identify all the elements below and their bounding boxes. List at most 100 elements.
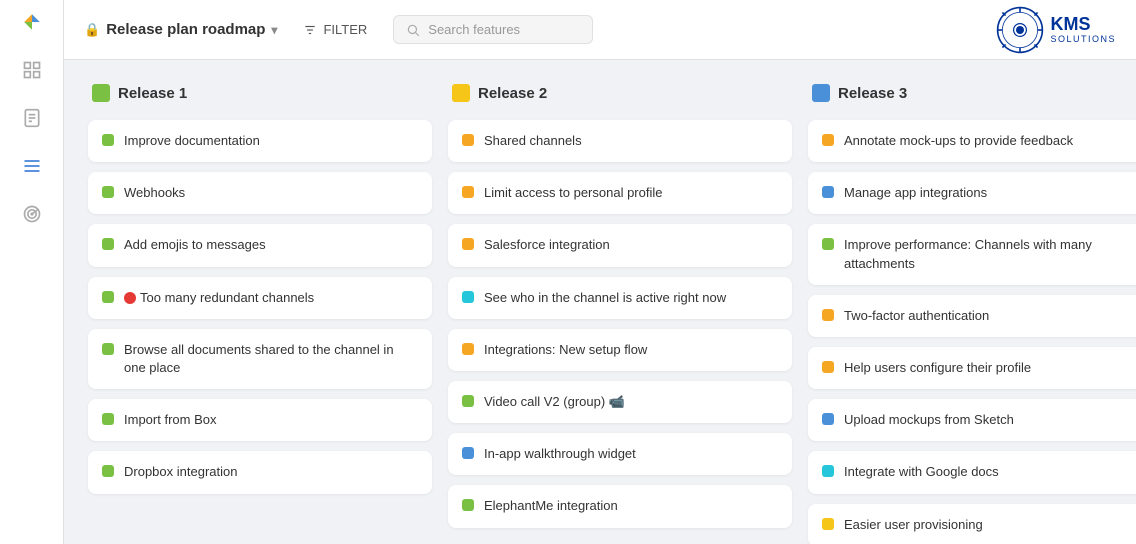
card[interactable]: Two-factor authentication bbox=[808, 295, 1136, 337]
card[interactable]: See who in the channel is active right n… bbox=[448, 277, 792, 319]
main-content: 🔒 Release plan roadmap ▾ FILTER Search f… bbox=[64, 0, 1136, 544]
card-status-dot bbox=[462, 499, 474, 511]
column-flag-icon bbox=[452, 84, 470, 102]
card-status-dot bbox=[102, 291, 114, 303]
card-status-dot bbox=[822, 361, 834, 373]
card-status-dot bbox=[102, 343, 114, 355]
card[interactable]: Easier user provisioning bbox=[808, 504, 1136, 544]
grid-icon[interactable] bbox=[18, 56, 46, 84]
card-status-dot bbox=[102, 186, 114, 198]
card[interactable]: ElephantMe integration bbox=[448, 485, 792, 527]
list-icon[interactable] bbox=[18, 152, 46, 180]
card-text: Integrate with Google docs bbox=[844, 463, 1136, 481]
card-text: Improve performance: Channels with many … bbox=[844, 236, 1136, 272]
column-flag-icon bbox=[92, 84, 110, 102]
card[interactable]: Limit access to personal profile bbox=[448, 172, 792, 214]
topbar: 🔒 Release plan roadmap ▾ FILTER Search f… bbox=[64, 0, 1136, 60]
card-status-dot bbox=[822, 309, 834, 321]
column-title: Release 3 bbox=[838, 85, 907, 102]
chevron-down-icon[interactable]: ▾ bbox=[271, 23, 277, 37]
card-text: Browse all documents shared to the chann… bbox=[124, 341, 418, 377]
card-text: Dropbox integration bbox=[124, 463, 418, 481]
red-flag-icon bbox=[124, 292, 136, 304]
board: Release 1 Improve documentation Webhooks Ad… bbox=[64, 60, 1136, 544]
card-text: Video call V2 (group) 📹 bbox=[484, 393, 778, 411]
card[interactable]: Too many redundant channels bbox=[88, 277, 432, 319]
card[interactable]: In-app walkthrough widget bbox=[448, 433, 792, 475]
card-status-dot bbox=[102, 134, 114, 146]
card-text: Upload mockups from Sketch bbox=[844, 411, 1136, 429]
card-status-dot bbox=[462, 291, 474, 303]
card[interactable]: Browse all documents shared to the chann… bbox=[88, 329, 432, 389]
card[interactable]: Import from Box bbox=[88, 399, 432, 441]
lock-icon: 🔒 bbox=[84, 22, 100, 38]
card-text: Add emojis to messages bbox=[124, 236, 418, 254]
kms-sub: SOLUTIONS bbox=[1050, 34, 1116, 44]
card-status-dot bbox=[462, 238, 474, 250]
card-status-dot bbox=[822, 518, 834, 530]
card-status-dot bbox=[822, 186, 834, 198]
card-status-dot bbox=[102, 238, 114, 250]
card-text: In-app walkthrough widget bbox=[484, 445, 778, 463]
card-text: Shared channels bbox=[484, 132, 778, 150]
card[interactable]: Upload mockups from Sketch bbox=[808, 399, 1136, 441]
search-placeholder-text: Search features bbox=[428, 22, 520, 37]
card-status-dot bbox=[462, 186, 474, 198]
card-text: See who in the channel is active right n… bbox=[484, 289, 778, 307]
card-status-dot bbox=[822, 465, 834, 477]
card-text: ElephantMe integration bbox=[484, 497, 778, 515]
search-icon bbox=[406, 23, 420, 37]
card-text: Webhooks bbox=[124, 184, 418, 202]
column-title: Release 1 bbox=[118, 85, 187, 102]
kms-brand-text: KMS SOLUTIONS bbox=[1050, 15, 1116, 45]
app-logo-icon[interactable] bbox=[18, 8, 46, 36]
document-icon[interactable] bbox=[18, 104, 46, 132]
card-status-dot bbox=[462, 343, 474, 355]
column-header-release1: Release 1 bbox=[88, 76, 432, 110]
card[interactable]: Annotate mock-ups to provide feedback bbox=[808, 120, 1136, 162]
card-text: Limit access to personal profile bbox=[484, 184, 778, 202]
kms-logo-icon bbox=[996, 6, 1044, 54]
card[interactable]: Shared channels bbox=[448, 120, 792, 162]
card-status-dot bbox=[822, 238, 834, 250]
card-text: Salesforce integration bbox=[484, 236, 778, 254]
search-bar[interactable]: Search features bbox=[393, 15, 593, 44]
card-text: Improve documentation bbox=[124, 132, 418, 150]
card[interactable]: Add emojis to messages bbox=[88, 224, 432, 266]
card-status-dot bbox=[822, 134, 834, 146]
board-title: 🔒 Release plan roadmap ▾ bbox=[84, 21, 277, 38]
radar-icon[interactable] bbox=[18, 200, 46, 228]
column-flag-icon bbox=[812, 84, 830, 102]
card[interactable]: Improve documentation bbox=[88, 120, 432, 162]
card-status-dot bbox=[462, 134, 474, 146]
card[interactable]: Integrations: New setup flow bbox=[448, 329, 792, 371]
card-status-dot bbox=[462, 395, 474, 407]
card[interactable]: Integrate with Google docs bbox=[808, 451, 1136, 493]
topbar-left: 🔒 Release plan roadmap ▾ FILTER Search f… bbox=[84, 15, 593, 44]
card-status-dot bbox=[102, 413, 114, 425]
filter-button[interactable]: FILTER bbox=[293, 16, 377, 43]
card[interactable]: Video call V2 (group) 📹 bbox=[448, 381, 792, 423]
kms-name: KMS bbox=[1050, 15, 1116, 35]
column-title: Release 2 bbox=[478, 85, 547, 102]
card[interactable]: Manage app integrations bbox=[808, 172, 1136, 214]
card[interactable]: Dropbox integration bbox=[88, 451, 432, 493]
card-status-dot bbox=[102, 465, 114, 477]
column-release3: Release 3 Annotate mock-ups to provide fe… bbox=[800, 76, 1136, 528]
card-text: Annotate mock-ups to provide feedback bbox=[844, 132, 1136, 150]
column-release2: Release 2 Shared channels Limit access to … bbox=[440, 76, 800, 528]
card[interactable]: Webhooks bbox=[88, 172, 432, 214]
card-text: Import from Box bbox=[124, 411, 418, 429]
card[interactable]: Help users configure their profile bbox=[808, 347, 1136, 389]
card-status-dot bbox=[462, 447, 474, 459]
sidebar bbox=[0, 0, 64, 544]
card-text: Help users configure their profile bbox=[844, 359, 1136, 377]
card-text: Too many redundant channels bbox=[124, 289, 418, 307]
column-release1: Release 1 Improve documentation Webhooks Ad… bbox=[80, 76, 440, 528]
card[interactable]: Salesforce integration bbox=[448, 224, 792, 266]
filter-icon bbox=[303, 23, 317, 37]
column-header-release2: Release 2 bbox=[448, 76, 792, 110]
card[interactable]: Improve performance: Channels with many … bbox=[808, 224, 1136, 284]
card-text: Easier user provisioning bbox=[844, 516, 1136, 534]
card-text: Manage app integrations bbox=[844, 184, 1136, 202]
